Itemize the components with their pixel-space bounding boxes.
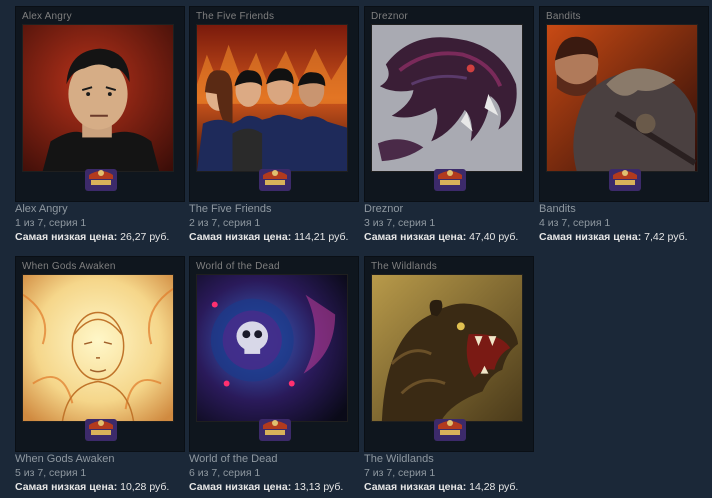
card-series: 5 из 7, серия 1 bbox=[15, 467, 87, 479]
portrait-man-icon bbox=[22, 24, 174, 172]
dragon-icon bbox=[371, 24, 523, 172]
card-image[interactable]: The Five Friends bbox=[189, 6, 359, 202]
card-emblem-icon bbox=[432, 165, 468, 195]
card-frame-title: The Five Friends bbox=[196, 11, 275, 22]
card-emblem-icon bbox=[83, 415, 119, 445]
card-frame-title: World of the Dead bbox=[196, 261, 280, 272]
card-name[interactable]: World of the Dead bbox=[189, 453, 277, 465]
price-label: Самая низкая цена: bbox=[15, 481, 118, 493]
card-price: Самая низкая цена: 13,13 руб. bbox=[189, 481, 343, 493]
card-frame-title: When Gods Awaken bbox=[22, 261, 116, 272]
card-price: Самая низкая цена: 47,40 руб. bbox=[364, 231, 518, 243]
card-frame-title: Alex Angry bbox=[22, 11, 72, 22]
card-series: 3 из 7, серия 1 bbox=[364, 217, 436, 229]
group-portrait-icon bbox=[196, 24, 348, 172]
price-value: 26,27 руб. bbox=[120, 231, 170, 243]
card-name[interactable]: Dreznor bbox=[364, 203, 403, 215]
card-price: Самая низкая цена: 14,28 руб. bbox=[364, 481, 518, 493]
card-price: Самая низкая цена: 7,42 руб. bbox=[539, 231, 688, 243]
card-price: Самая низкая цена: 26,27 руб. bbox=[15, 231, 169, 243]
price-label: Самая низкая цена: bbox=[364, 481, 467, 493]
price-label: Самая низкая цена: bbox=[189, 231, 292, 243]
price-value: 7,42 руб. bbox=[644, 231, 688, 243]
card-image[interactable]: The Wildlands bbox=[364, 256, 534, 452]
skull-orb-icon bbox=[196, 274, 348, 422]
card-emblem-icon bbox=[432, 415, 468, 445]
card-image[interactable]: Dreznor bbox=[364, 6, 534, 202]
card-name[interactable]: When Gods Awaken bbox=[15, 453, 114, 465]
trading-card-grid: Alex Angry Alex Angry 1 из 7, серия 1 Са… bbox=[0, 0, 712, 498]
card-series: 2 из 7, серия 1 bbox=[189, 217, 261, 229]
card-series: 1 из 7, серия 1 bbox=[15, 217, 87, 229]
card-emblem-icon bbox=[257, 415, 293, 445]
card-series: 7 из 7, серия 1 bbox=[364, 467, 436, 479]
card-emblem-icon bbox=[83, 165, 119, 195]
card-frame-title: Bandits bbox=[546, 11, 581, 22]
card-frame-title: The Wildlands bbox=[371, 261, 437, 272]
card-price: Самая низкая цена: 10,28 руб. bbox=[15, 481, 169, 493]
card-name[interactable]: Bandits bbox=[539, 203, 576, 215]
bandit-icon bbox=[546, 24, 698, 172]
roaring-bear-icon bbox=[371, 274, 523, 422]
price-label: Самая низкая цена: bbox=[189, 481, 292, 493]
price-value: 10,28 руб. bbox=[120, 481, 170, 493]
price-value: 114,21 руб. bbox=[294, 231, 349, 243]
card-image[interactable]: World of the Dead bbox=[189, 256, 359, 452]
price-label: Самая низкая цена: bbox=[364, 231, 467, 243]
card-name[interactable]: The Wildlands bbox=[364, 453, 434, 465]
card-emblem-icon bbox=[607, 165, 643, 195]
card-emblem-icon bbox=[257, 165, 293, 195]
card-name[interactable]: The Five Friends bbox=[189, 203, 272, 215]
card-name[interactable]: Alex Angry bbox=[15, 203, 68, 215]
price-value: 13,13 руб. bbox=[294, 481, 344, 493]
card-image[interactable]: Alex Angry bbox=[15, 6, 185, 202]
card-frame-title: Dreznor bbox=[371, 11, 408, 22]
card-series: 6 из 7, серия 1 bbox=[189, 467, 261, 479]
price-value: 14,28 руб. bbox=[469, 481, 519, 493]
card-image[interactable]: When Gods Awaken bbox=[15, 256, 185, 452]
price-value: 47,40 руб. bbox=[469, 231, 519, 243]
card-series: 4 из 7, серия 1 bbox=[539, 217, 611, 229]
card-image[interactable]: Bandits bbox=[539, 6, 709, 202]
card-price: Самая низкая цена: 114,21 руб. bbox=[189, 231, 348, 243]
glowing-god-icon bbox=[22, 274, 174, 422]
price-label: Самая низкая цена: bbox=[539, 231, 642, 243]
price-label: Самая низкая цена: bbox=[15, 231, 118, 243]
